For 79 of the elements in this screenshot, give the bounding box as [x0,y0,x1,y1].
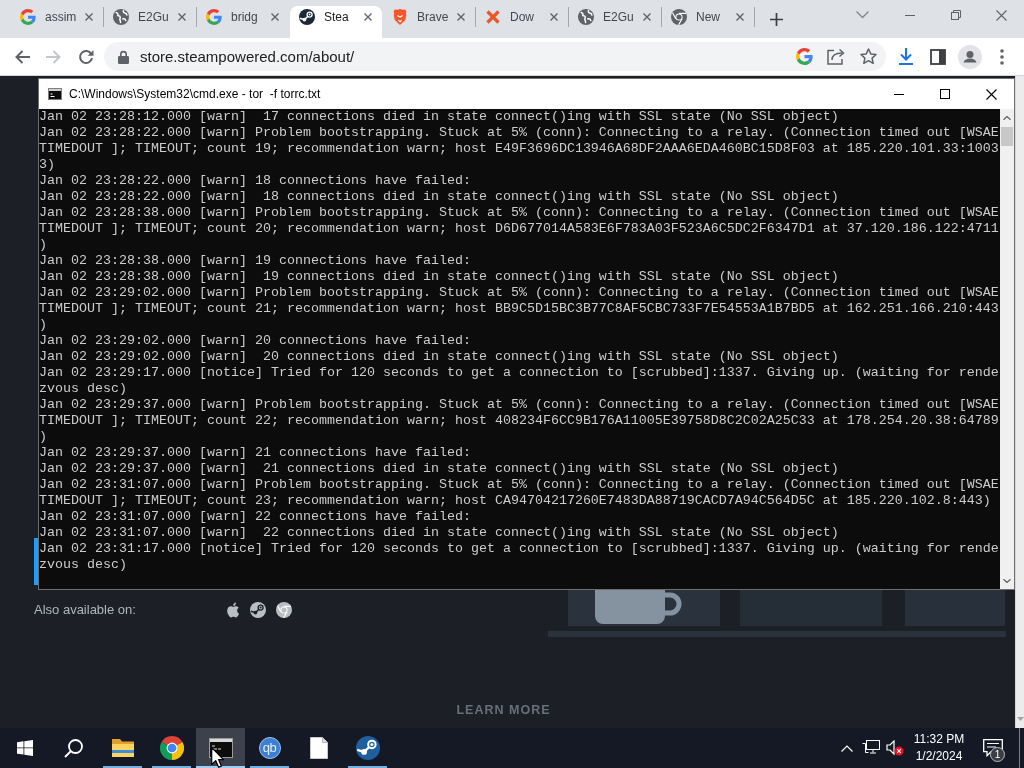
console-line: Jan 02 23:31:17.000 [notice] Tried for 120 seconds to get a connection to [scrubbed]:1337. Giving up. (waiting for rendezvous desc) [39,541,1000,573]
x-mark-icon [486,10,500,24]
chrome-logo-icon [159,736,184,760]
close-icon[interactable] [985,88,997,100]
close-icon[interactable] [364,13,372,21]
browser-tab[interactable]: New [662,6,754,38]
browser-tab[interactable]: Stea [290,6,382,38]
console-line: Jan 02 23:29:02.000 [warn] Problem bootstrapping. Stuck at 5% (conn): Connecting to a relay. (Connection timed out [WSAETIMEDOUT ]; TIMEOUT; count 21; recommendation warn; host BB9C5D15BC3B77C8AF5CBC733F7E54553A1B7BD5 at 162.251.166.210:443) [39,285,1000,333]
browser-tab[interactable]: bridg [197,6,289,38]
share-icon[interactable] [826,48,846,65]
console-line: Jan 02 23:28:12.000 [warn] 17 connections died in state connect()ing with SSL state (No SSL object) [39,109,840,125]
maximize-icon[interactable] [940,89,950,99]
restore-icon[interactable] [950,10,961,20]
scrollbar[interactable] [1000,109,1014,589]
scrollbar[interactable] [1015,76,1024,728]
console-line: Jan 02 23:28:22.000 [warn] 18 connections have failed: [39,173,472,189]
globe-icon [578,9,594,25]
console-line: Jan 02 23:29:17.000 [notice] Tried for 120 seconds to get a connection to [scrubbed]:1337. Giving up. (waiting for rendezvous desc) [39,365,1000,397]
also-available-label: Also available on: [34,602,137,618]
steam-logo-icon [355,736,380,760]
scrollbar-thumb[interactable] [1001,127,1013,146]
plus-icon[interactable] [769,12,783,26]
g-logo-icon [20,9,36,25]
steam-logo-icon [299,9,315,25]
app-logo: qb [258,737,281,759]
address-bar[interactable]: store.steampowered.com/about/ [104,42,886,71]
mouse-pointer-icon [211,747,224,768]
terminal-icon [48,88,62,100]
console-line: Jan 02 23:28:38.000 [warn] 19 connections have failed: [39,253,472,269]
browser-tab[interactable]: Dow [476,6,568,38]
browser-tab[interactable]: E2Gu [104,6,196,38]
console-line: Jan 02 23:31:07.000 [warn] 22 connections died in state connect()ing with SSL state (No SSL object) [39,525,840,541]
folder-icon [110,738,135,758]
clock[interactable]: 11:32 PM 1/2/2024 [907,728,971,768]
g-logo-icon[interactable] [795,48,813,65]
browser-tab[interactable]: Brave [383,6,475,38]
download-icon[interactable] [898,48,914,65]
apple-logo-icon[interactable] [226,602,240,618]
steam-logo-icon[interactable] [250,602,266,618]
star-icon[interactable] [859,48,877,65]
console-line: Jan 02 23:29:02.000 [warn] 20 connections have failed: [39,333,472,349]
console-line: Jan 02 23:29:37.000 [warn] 21 connections died in state connect()ing with SSL state (No SSL object) [39,461,840,477]
g-logo-icon [206,9,222,25]
minimize-icon[interactable] [894,93,904,95]
profile-avatar-icon[interactable] [958,44,982,69]
notification-icon[interactable] [983,739,1003,757]
search-icon[interactable] [64,738,83,758]
document-icon [309,737,328,759]
scroll-up-icon[interactable] [1003,116,1011,120]
console-line: Jan 02 23:29:37.000 [warn] Problem bootstrapping. Stuck at 5% (conn): Connecting to a relay. (Connection timed out [WSAETIMEDOUT ]; TIMEOUT; count 22; recommendation warn; host 408234F6CC9B176A11005E39758D8C2C02A25C33 at 178.254.20.38:64789) [39,397,1000,445]
console-line: Jan 02 23:28:38.000 [warn] 19 connections died in state connect()ing with SSL state (No SSL object) [39,269,840,285]
reload-icon[interactable] [78,48,94,65]
console-line: Jan 02 23:29:02.000 [warn] 20 connections died in state connect()ing with SSL state (No SSL object) [39,349,840,365]
lion-shield-icon [393,9,407,25]
chevron-down-icon[interactable] [855,11,869,19]
menu-icon[interactable] [1000,48,1004,65]
network-icon[interactable] [862,740,880,756]
notification-badge: 1 [990,747,1005,762]
back-arrow-icon[interactable] [14,48,30,65]
console-line: Jan 02 23:28:22.000 [warn] Problem bootstrapping. Stuck at 5% (conn): Connecting to a relay. (Connection timed out [WSAETIMEDOUT ]; TIMEOUT; count 19; recommendation warn; host E49F3696DC13946A68DF2AAA6EDA460BC15D8F03 at 185.220.101.33:10033) [39,125,1000,173]
console-line: Jan 02 23:28:22.000 [warn] 18 connections died in state connect()ing with SSL state (No SSL object) [39,189,840,205]
lock-icon[interactable] [118,49,129,64]
globe-icon [113,9,129,25]
console-line: Jan 02 23:31:07.000 [warn] Problem bootstrapping. Stuck at 5% (conn): Connecting to a relay. (Connection timed out [WSAETIMEDOUT ]; TIMEOUT; count 23; recommendation warn; host CA94704217260E7483DA88719CACD7A94C564D5C at 185.220.102.8:443) [39,477,1000,509]
scroll-down-icon[interactable] [1003,579,1011,583]
chrome-logo-icon [671,9,687,25]
browser-tab[interactable]: assim [11,6,103,38]
console-line: Jan 02 23:29:37.000 [warn] 21 connections have failed: [39,445,472,461]
window-title: C:\Windows\System32\cmd.exe - tor -f torrc.txt [69,87,322,101]
volume-muted-icon[interactable] [886,740,904,756]
chrome-logo-icon[interactable] [276,602,292,618]
console-line: Jan 02 23:31:07.000 [warn] 22 connections have failed: [39,509,472,525]
taskbar-app-button[interactable] [196,728,245,768]
windows-logo-icon[interactable] [16,740,33,756]
browser-tab[interactable]: E2Gu [569,6,661,38]
console-line: Jan 02 23:28:38.000 [warn] Problem bootstrapping. Stuck at 5% (conn): Connecting to a relay. (Connection timed out [WSAETIMEDOUT ]; TIMEOUT; count 20; recommendation warn; host D6D677014A583E6F783A03F523A6C5DC2F6347D1 at 37.120.186.122:4711) [39,205,1000,253]
side-panel-icon[interactable] [930,48,946,65]
chevron-up-icon[interactable] [841,744,853,752]
accent-bar [34,538,38,585]
